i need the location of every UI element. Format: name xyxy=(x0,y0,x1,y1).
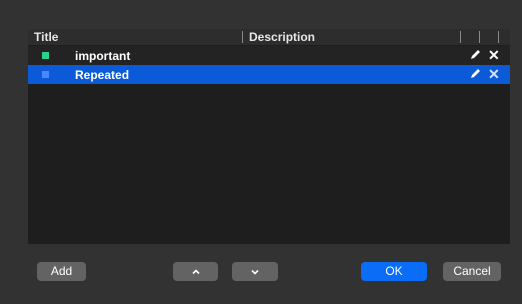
close-icon[interactable]: ✕ xyxy=(488,47,500,63)
close-icon[interactable]: ✕ xyxy=(488,66,500,82)
column-header-description[interactable]: Description xyxy=(249,30,315,44)
move-down-button[interactable] xyxy=(232,262,278,281)
tag-color-swatch xyxy=(42,71,49,78)
table-row[interactable]: important ✕ xyxy=(28,46,510,65)
column-separator[interactable] xyxy=(479,31,480,43)
tags-table: Title Description important ✕ Repeated ✕ xyxy=(28,29,510,244)
table-row[interactable]: Repeated ✕ xyxy=(28,65,510,84)
tags-dialog: Title Description important ✕ Repeated ✕… xyxy=(0,0,522,304)
chevron-down-icon xyxy=(251,269,259,275)
column-separator[interactable] xyxy=(460,31,461,43)
tag-title: Repeated xyxy=(75,68,130,82)
column-separator[interactable] xyxy=(242,31,243,43)
table-header: Title Description xyxy=(28,29,510,45)
ok-button[interactable]: OK xyxy=(361,262,427,281)
add-button[interactable]: Add xyxy=(37,262,86,281)
chevron-up-icon xyxy=(191,268,200,274)
tag-title: important xyxy=(75,49,131,63)
column-separator[interactable] xyxy=(498,31,499,43)
pencil-icon[interactable] xyxy=(468,67,482,81)
move-up-button[interactable] xyxy=(173,262,218,281)
pencil-icon[interactable] xyxy=(468,48,482,62)
cancel-button[interactable]: Cancel xyxy=(443,262,501,281)
column-header-title[interactable]: Title xyxy=(34,30,58,44)
tag-color-swatch xyxy=(42,52,49,59)
